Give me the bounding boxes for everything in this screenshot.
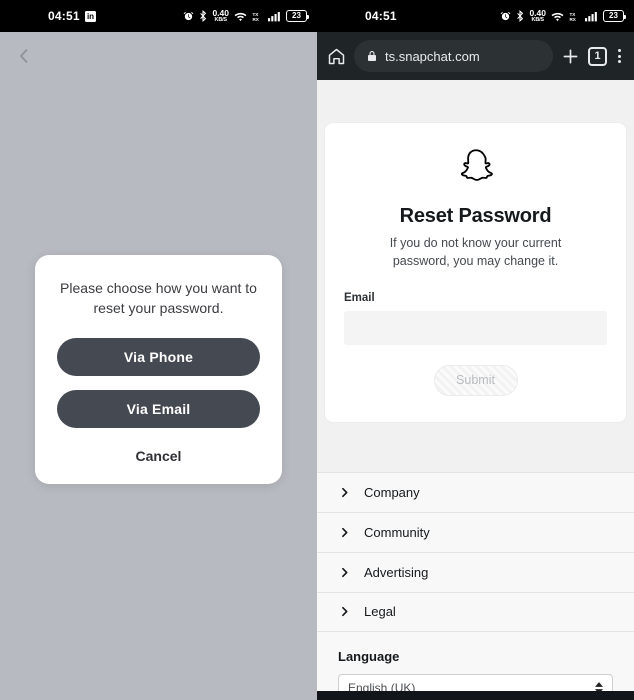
status-bar-icons: 0.40 KB/S TX RX 23 [183,9,309,23]
mobile-data-icon: TX RX [569,11,580,22]
card-title: Reset Password [399,205,552,227]
right-panel-browser: 04:51 0.40 KB/S TX RX 23 ts.snapchat.com… [317,0,634,700]
left-panel-snapchat-app: 04:51 in 0.40 KB/S TX RX 23 Please choos… [0,0,317,700]
reset-password-dialog: Please choose how you want to reset your… [35,255,282,484]
data-rate-indicator: 0.40 KB/S [212,9,229,23]
status-bar-icons: 0.40 KB/S TX RX 23 [500,9,626,23]
chevron-right-icon [338,566,351,579]
data-rate-indicator: 0.40 KB/S [529,9,546,23]
login-screen-body: Log In USERNAME OR EMAIL Log In Please c… [0,32,317,700]
screenshot-root: 04:51 in 0.40 KB/S TX RX 23 Please choos… [0,0,634,700]
chevron-right-icon [338,526,351,539]
accordion-label: Legal [364,604,396,619]
status-bar-time: 04:51 [48,9,80,23]
plus-icon[interactable] [560,46,581,67]
bluetooth-icon [199,10,207,22]
alarm-icon [500,11,511,22]
browser-bottom-bar [317,691,634,700]
lock-icon [366,50,378,62]
linkedin-icon: in [85,10,96,22]
accordion-row-advertising[interactable]: Advertising [317,551,634,592]
accordion-row-legal[interactable]: Legal [317,591,634,632]
address-bar[interactable]: ts.snapchat.com [354,40,553,72]
url-text: ts.snapchat.com [385,48,480,64]
signal-bars-icon [268,11,281,22]
status-bar-time: 04:51 [365,9,397,23]
status-bar-right: 04:51 0.40 KB/S TX RX 23 [317,0,634,32]
language-select[interactable]: English (UK) [338,673,613,692]
spinner-arrows-icon [595,681,603,691]
status-bar-left: 04:51 in 0.40 KB/S TX RX 23 [0,0,317,32]
reset-password-card: Reset Password If you do not know your c… [325,123,626,422]
card-subtitle: If you do not know your current password… [389,236,562,268]
chevron-right-icon [338,486,351,499]
wifi-icon [551,11,564,22]
language-label: Language [338,648,400,664]
email-field-label: Email [344,291,375,304]
chevron-left-icon[interactable] [12,44,36,68]
svg-text:RX: RX [252,17,259,22]
data-rate-unit: KB/S [214,16,228,23]
chevron-right-icon [338,605,351,618]
svg-text:TX: TX [569,12,576,17]
signal-bars-icon [585,11,598,22]
language-section: Language English (UK) [317,631,634,692]
via-phone-button[interactable]: Via Phone [57,337,260,376]
web-page-content: Reset Password If you do not know your c… [317,80,634,691]
submit-button[interactable]: Submit [433,364,518,396]
bluetooth-icon [516,10,524,22]
data-rate-unit: KB/S [531,16,545,23]
three-dot-menu-icon[interactable] [614,49,625,63]
svg-text:TX: TX [252,12,259,17]
tab-counter[interactable]: 1 [588,46,607,66]
svg-text:RX: RX [569,17,576,22]
accordion-label: Company [364,484,420,500]
email-field[interactable] [344,310,607,345]
via-email-button[interactable]: Via Email [57,389,260,428]
alarm-icon [183,11,194,22]
footer-accordion: Company Community Advertising Legal [317,471,634,632]
accordion-row-community[interactable]: Community [317,511,634,552]
battery-indicator: 23 [286,10,309,22]
snapchat-ghost-icon [344,145,607,192]
accordion-label: Advertising [364,564,429,580]
accordion-label: Community [364,524,430,540]
accordion-row-company[interactable]: Company [317,471,634,512]
battery-indicator: 23 [603,10,626,22]
language-selected-value: English (UK) [348,680,416,692]
browser-toolbar: ts.snapchat.com 1 [317,32,634,80]
mobile-data-icon: TX RX [252,11,263,22]
wifi-icon [234,11,247,22]
cancel-button[interactable]: Cancel [57,442,260,466]
dialog-message: Please choose how you want to reset your… [60,280,257,316]
home-icon[interactable] [326,46,347,67]
